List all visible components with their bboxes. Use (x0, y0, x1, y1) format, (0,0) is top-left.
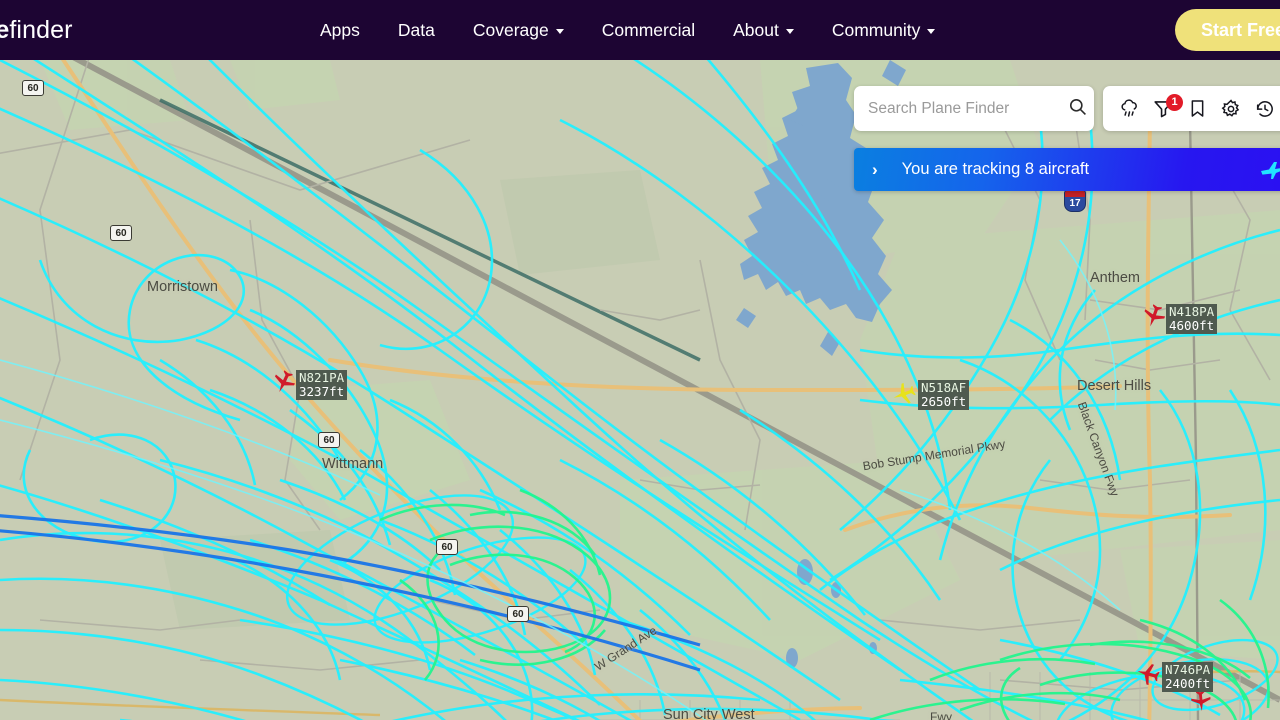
chevron-down-icon (785, 28, 794, 34)
nav-item-commercial[interactable]: Commercial (602, 20, 695, 41)
nav-item-label: Apps (320, 19, 360, 40)
highway-shield-us60-a: 60 (22, 80, 44, 96)
nav-item-label: Commercial (601, 19, 696, 40)
brand-logo-bold: ane (0, 16, 10, 44)
search-icon[interactable] (1068, 97, 1087, 121)
nav-item-label: Coverage (472, 19, 549, 40)
highway-shield-us60-e: 60 (507, 606, 529, 622)
start-free-trial-button[interactable]: Start Free Trial (1175, 9, 1280, 51)
interstate-shield-banner (1065, 191, 1085, 197)
aircraft-registration: N821PA (299, 370, 345, 385)
chevron-right-icon[interactable]: › (872, 160, 878, 180)
aircraft-registration: N746PA (1165, 662, 1211, 677)
nav-links: Apps Data Coverage Commercial About Comm… (320, 0, 936, 60)
aircraft-marker-n418pa[interactable]: N418PA 4600ft (1144, 304, 1218, 334)
search-box[interactable] (854, 86, 1094, 131)
aircraft-icon (892, 382, 916, 411)
aircraft-registration: N418PA (1169, 304, 1215, 319)
aircraft-icon (1260, 160, 1280, 185)
chevron-down-icon (927, 28, 936, 34)
settings-gear-icon[interactable] (1219, 97, 1243, 121)
filter-icon[interactable]: 1 (1151, 93, 1183, 121)
interstate-shield-number: 17 (1069, 198, 1081, 209)
nav-item-community[interactable]: Community (832, 20, 936, 41)
aircraft-tag: N418PA 4600ft (1166, 304, 1218, 334)
nav-item-label: Community (831, 19, 921, 40)
nav-item-label: About (733, 19, 779, 40)
aircraft-icon (1142, 304, 1166, 333)
aircraft-tag: N746PA 2400ft (1162, 662, 1214, 692)
chevron-down-icon (555, 28, 564, 34)
aircraft-tag: N518AF 2650ft (918, 380, 970, 410)
aircraft-altitude: 3237ft (299, 384, 345, 399)
highway-shield-us60-b: 60 (110, 225, 132, 241)
filter-badge-count: 1 (1166, 93, 1183, 111)
nav-item-about[interactable]: About (733, 20, 794, 41)
highway-shield-us60-c: 60 (318, 432, 340, 448)
aircraft-marker-n746pa[interactable]: N746PA 2400ft (1137, 662, 1214, 692)
aircraft-icon (1136, 662, 1160, 691)
highway-shield-i17: 17 (1064, 190, 1086, 212)
nav-item-coverage[interactable]: Coverage (473, 20, 564, 41)
nav-item-apps[interactable]: Apps (320, 20, 360, 41)
tracking-banner-text: You are tracking 8 aircraft (901, 160, 1090, 178)
aircraft-marker-n518af[interactable]: N518AF 2650ft (893, 380, 970, 410)
brand-logo[interactable]: anefinder (0, 16, 73, 45)
brand-logo-light: finder (9, 16, 73, 44)
highway-shield-us60-d: 60 (436, 539, 458, 555)
search-input[interactable] (868, 99, 1068, 118)
aircraft-icon (272, 370, 296, 399)
aircraft-icon[interactable] (1190, 690, 1212, 717)
nav-item-label: Data (397, 19, 435, 40)
tracking-banner[interactable]: › You are tracking 8 aircraft (854, 148, 1280, 191)
aircraft-registration: N518AF (921, 380, 967, 395)
aircraft-marker-n821pa[interactable]: N821PA 3237ft (274, 370, 348, 400)
aircraft-altitude: 4600ft (1169, 318, 1215, 333)
aircraft-altitude: 2400ft (1165, 676, 1211, 691)
bookmark-icon[interactable] (1185, 97, 1209, 121)
top-navigation-bar: anefinder Apps Data Coverage Commercial … (0, 0, 1280, 60)
aircraft-altitude: 2650ft (921, 394, 967, 409)
playback-history-icon[interactable] (1253, 97, 1277, 121)
weather-radar-icon[interactable] (1117, 97, 1141, 121)
aircraft-tag: N821PA 3237ft (296, 370, 348, 400)
nav-item-data[interactable]: Data (398, 20, 435, 41)
map-toolbar[interactable]: 1 (1103, 86, 1280, 131)
plane-finder-app: Morristown Wittmann Anthem Desert Hills … (0, 0, 1280, 720)
